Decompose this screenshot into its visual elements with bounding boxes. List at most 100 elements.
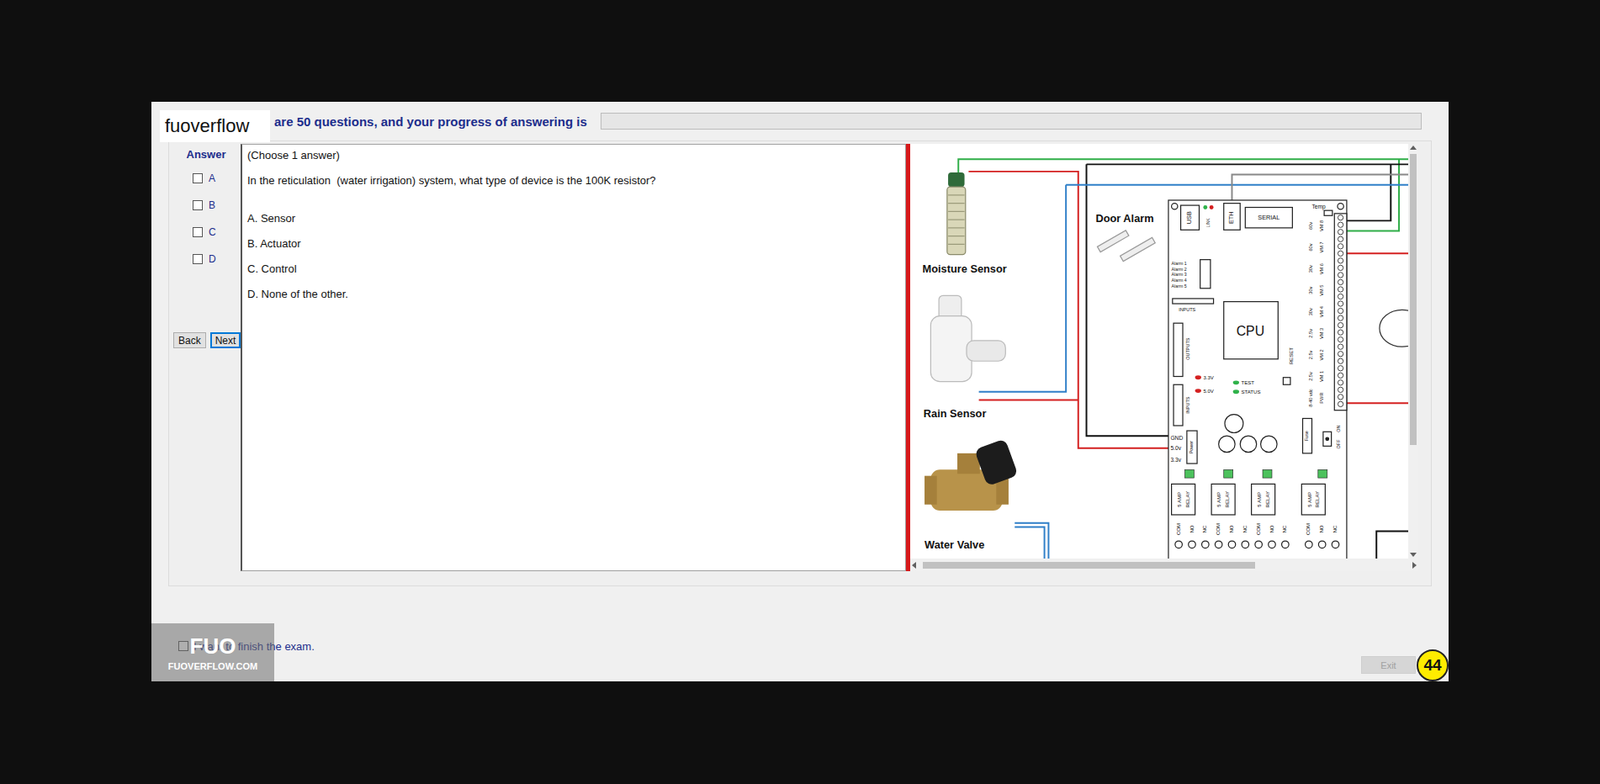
relay: 5 AMPRELAYCOMNONC [1251, 483, 1289, 548]
horizontal-scrollbar[interactable] [910, 558, 1419, 572]
terminal-label: NO [1188, 524, 1195, 533]
power-pin-label: GND [1170, 434, 1183, 441]
scroll-thumb[interactable] [922, 561, 1256, 569]
voltage-label: 30v [1308, 264, 1314, 273]
choice: C. Control [247, 256, 901, 282]
answer-option[interactable]: A [192, 164, 241, 192]
voltage-label: 30v [1308, 307, 1314, 316]
answer-checkbox[interactable] [192, 254, 203, 265]
voltage-label: 60v [1308, 243, 1314, 251]
terminal-label: NO [1228, 524, 1235, 533]
relay: 5 AMPRELAYCOMNONC [1301, 483, 1339, 548]
choice: D. None of the other. [247, 281, 901, 308]
controller-board: USBLINKETHSERIALTempAlarm 1Alarm 2Alarm … [1168, 200, 1347, 559]
voltage-label: 2.5v [1308, 349, 1314, 360]
relay-label: RELAY [1223, 491, 1230, 508]
scroll-up-icon[interactable] [1409, 143, 1418, 153]
channel: 2.5v VM 2 [1308, 349, 1325, 361]
led-label: 5.0V [1202, 387, 1214, 394]
vertical-scrollbar[interactable] [1408, 143, 1419, 559]
relay-label: RELAY [1313, 491, 1320, 508]
logo: fuoverflow [159, 110, 271, 143]
voltage-label: 2.5v [1308, 328, 1314, 339]
fuse-label: Fuse [1303, 430, 1309, 441]
channel-label: VM 5 [1319, 285, 1325, 297]
answer-option[interactable]: C [192, 218, 241, 246]
voltage-label: 2.5v [1308, 371, 1314, 382]
power-pin-label: 3.3v [1170, 456, 1182, 463]
nav-button[interactable]: Back [173, 332, 207, 349]
led: 3.3V [1195, 374, 1215, 381]
channel-label: VM 3 [1319, 328, 1325, 340]
door-alarm-icon [1096, 230, 1155, 262]
channel: 2.5v VM 1 [1308, 370, 1325, 382]
answer-letter: B [208, 199, 216, 212]
progress-text: are 50 questions, and your progress of a… [274, 114, 588, 129]
channel-label: VM 1 [1319, 370, 1325, 382]
watermark-mark: FUO [190, 634, 237, 658]
terminal-label: COM [1255, 523, 1261, 536]
scroll-thumb[interactable] [1409, 153, 1417, 446]
answer-checkbox[interactable] [192, 200, 203, 211]
nav-buttons: BackNext [171, 332, 241, 349]
scroll-left-icon[interactable] [910, 561, 919, 570]
exit-button[interactable]: Exit [1361, 656, 1416, 674]
footer: I want to finish the exam.Exit44 [151, 586, 1449, 682]
question-text: In the reticulation (water irrigation) s… [247, 172, 901, 190]
relay: 5 AMPRELAYCOMNONC [1171, 483, 1209, 548]
channel: 2.5v VM 3 [1308, 328, 1325, 340]
water-valve-icon [924, 438, 1018, 511]
led-label: TEST [1240, 379, 1255, 386]
switch-off-label: OFF [1335, 439, 1341, 450]
answer-option[interactable]: D [192, 245, 241, 273]
main-panel: AnswerABCD BackNext(Choose 1 answer)In th… [168, 140, 1432, 587]
answer-options: ABCD [171, 164, 241, 273]
channel: 30v VM 5 [1308, 285, 1325, 297]
answer-checkbox[interactable] [192, 173, 203, 184]
relay-label: RELAY [1184, 491, 1191, 508]
finish-checkbox[interactable] [178, 641, 189, 652]
reset-label: RESET [1287, 347, 1294, 366]
question-box: (Choose 1 answer)In the reticulation (wa… [240, 143, 906, 572]
power-label: Power [1188, 440, 1194, 455]
answer-option[interactable]: B [192, 191, 241, 219]
header: are 50 questions, and your progress of a… [151, 101, 1449, 141]
device-label: Moisture Sensor [922, 262, 1007, 276]
led: 5.0V [1195, 387, 1215, 394]
channel: 60vVM 7 [1308, 241, 1325, 253]
channel: 30vVM 4 [1308, 306, 1325, 318]
channel-label: VM 2 [1319, 349, 1325, 361]
inputs-header: INPUTS [1178, 307, 1196, 313]
voltage-label: 30v [1308, 286, 1314, 294]
relay-label: 5 AMP [1255, 492, 1262, 508]
temp-label: Temp [1311, 203, 1326, 211]
voltage-label: 60v [1308, 222, 1314, 230]
alarm-label: Alarm 3 [1171, 271, 1187, 277]
choice: B. Actuator [247, 231, 901, 257]
relay-label: RELAY [1264, 491, 1271, 508]
terminal-label: NC [1241, 524, 1248, 533]
led-label: 3.3V [1202, 374, 1214, 381]
image-pane: Moisture SensorRain SensorWater ValveDoo… [910, 143, 1419, 572]
scroll-down-icon[interactable] [1409, 550, 1418, 559]
serial-port: SERIAL [1257, 213, 1280, 222]
switch-on-label: ON [1335, 424, 1341, 432]
finish-checkbox-row[interactable]: I want to finish the exam. [178, 639, 315, 653]
link-label: LINK [1206, 217, 1211, 228]
answer-title: Answer [171, 146, 241, 164]
nav-button[interactable]: Next [210, 332, 242, 349]
scroll-right-icon[interactable] [1409, 561, 1419, 570]
terminal-label: NO [1268, 524, 1275, 533]
answer-checkbox[interactable] [192, 227, 203, 238]
scroll-track[interactable] [918, 561, 1410, 569]
watermark: FUO FUOVERFLOW.COM [151, 623, 275, 682]
door-alarm-label: Door Alarm [1095, 211, 1154, 225]
outputs-header: OUTPUTS [1185, 337, 1191, 360]
terminal-label: COM [1304, 523, 1311, 536]
led: TEST [1233, 379, 1256, 386]
choice: A. Sensor [247, 206, 901, 232]
choice-list: A. SensorB. ActuatorC. ControlD. None of… [247, 206, 901, 308]
watermark-site: FUOVERFLOW.COM [168, 661, 258, 672]
channel: 8-40 vdcPWR [1308, 388, 1325, 408]
moisture-sensor-icon [947, 172, 966, 255]
